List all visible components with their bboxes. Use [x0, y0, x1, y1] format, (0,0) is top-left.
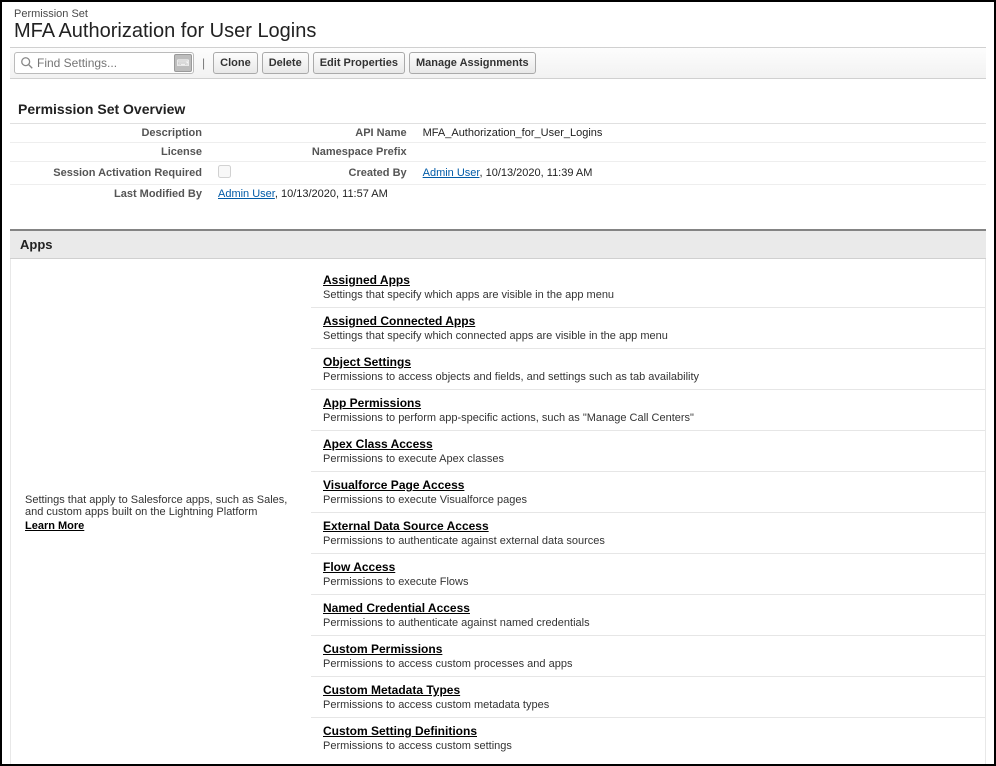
- overview-table: Description API Name MFA_Authorization_f…: [10, 123, 986, 203]
- value-license: [210, 143, 295, 162]
- app-item-link[interactable]: Named Credential Access: [323, 601, 470, 615]
- search-wrap: ⌨: [14, 52, 194, 74]
- app-item: Assigned Connected Apps Settings that spe…: [311, 308, 985, 349]
- app-item-desc: Permissions to access custom metadata ty…: [323, 699, 973, 711]
- app-item-link[interactable]: Visualforce Page Access: [323, 478, 464, 492]
- app-item: External Data Source Access Permissions t…: [311, 513, 985, 554]
- label-api-name: API Name: [295, 124, 415, 143]
- app-item-link[interactable]: Apex Class Access: [323, 437, 433, 451]
- app-item-desc: Settings that specify which connected ap…: [323, 330, 973, 342]
- app-item-desc: Permissions to perform app-specific acti…: [323, 412, 973, 424]
- value-session-activation: [210, 162, 295, 185]
- app-item-desc: Permissions to access custom processes a…: [323, 658, 973, 670]
- app-item-desc: Permissions to authenticate against name…: [323, 617, 973, 629]
- edit-properties-button[interactable]: Edit Properties: [313, 52, 405, 74]
- app-item: App Permissions Permissions to perform ap…: [311, 390, 985, 431]
- app-item-link[interactable]: Custom Permissions: [323, 642, 442, 656]
- app-item-desc: Permissions to execute Visualforce pages: [323, 494, 973, 506]
- apps-intro-text: Settings that apply to Salesforce apps, …: [25, 494, 287, 518]
- apps-body: Settings that apply to Salesforce apps, …: [10, 259, 986, 766]
- label-license: License: [10, 143, 210, 162]
- toolbar-divider: |: [202, 56, 205, 70]
- app-item-link[interactable]: Custom Setting Definitions: [323, 724, 477, 738]
- keyboard-icon[interactable]: ⌨: [174, 54, 192, 72]
- label-last-modified-by: Last Modified By: [10, 185, 210, 204]
- value-api-name: MFA_Authorization_for_User_Logins: [415, 124, 986, 143]
- app-item: Flow Access Permissions to execute Flows: [311, 554, 985, 595]
- value-namespace-prefix: [415, 143, 986, 162]
- search-input[interactable]: [14, 52, 194, 74]
- apps-heading: Apps: [10, 229, 986, 259]
- apps-learn-more-link[interactable]: Learn More: [25, 520, 84, 532]
- app-item-desc: Permissions to execute Flows: [323, 576, 973, 588]
- app-item: Assigned Apps Settings that specify which…: [311, 267, 985, 308]
- apps-intro: Settings that apply to Salesforce apps, …: [11, 259, 311, 766]
- record-type-label: Permission Set: [10, 8, 986, 20]
- app-item: Apex Class Access Permissions to execute …: [311, 431, 985, 472]
- toolbar: ⌨ | Clone Delete Edit Properties Manage …: [10, 47, 986, 79]
- app-item-link[interactable]: Assigned Apps: [323, 273, 410, 287]
- app-item-link[interactable]: Object Settings: [323, 355, 411, 369]
- app-item: Named Credential Access Permissions to au…: [311, 595, 985, 636]
- value-description: [210, 124, 295, 143]
- app-item: Visualforce Page Access Permissions to ex…: [311, 472, 985, 513]
- app-item-link[interactable]: App Permissions: [323, 396, 421, 410]
- session-activation-checkbox[interactable]: [218, 165, 231, 178]
- label-created-by: Created By: [295, 162, 415, 185]
- app-item-link[interactable]: Assigned Connected Apps: [323, 314, 475, 328]
- app-item: Custom Setting Definitions Permissions to…: [311, 718, 985, 758]
- last-modified-user-link[interactable]: Admin User: [218, 188, 275, 200]
- search-icon: [20, 56, 34, 70]
- last-modified-date: , 10/13/2020, 11:57 AM: [275, 188, 388, 200]
- app-item-link[interactable]: External Data Source Access: [323, 519, 489, 533]
- app-item-link[interactable]: Flow Access: [323, 560, 395, 574]
- label-namespace-prefix: Namespace Prefix: [295, 143, 415, 162]
- manage-assignments-button[interactable]: Manage Assignments: [409, 52, 536, 74]
- app-item-desc: Permissions to access objects and fields…: [323, 371, 973, 383]
- created-by-user-link[interactable]: Admin User: [423, 167, 480, 179]
- app-item: Object Settings Permissions to access obj…: [311, 349, 985, 390]
- app-item-desc: Settings that specify which apps are vis…: [323, 289, 973, 301]
- app-item-desc: Permissions to access custom settings: [323, 740, 973, 752]
- value-last-modified-by: Admin User, 10/13/2020, 11:57 AM: [210, 185, 986, 204]
- clone-button[interactable]: Clone: [213, 52, 258, 74]
- label-description: Description: [10, 124, 210, 143]
- app-item: Custom Metadata Types Permissions to acce…: [311, 677, 985, 718]
- value-created-by: Admin User, 10/13/2020, 11:39 AM: [415, 162, 986, 185]
- app-item-link[interactable]: Custom Metadata Types: [323, 683, 460, 697]
- page-root: Permission Set MFA Authorization for Use…: [0, 0, 996, 766]
- created-by-date: , 10/13/2020, 11:39 AM: [479, 167, 592, 179]
- overview-heading: Permission Set Overview: [10, 79, 986, 123]
- app-item-desc: Permissions to authenticate against exte…: [323, 535, 973, 547]
- app-item: Custom Permissions Permissions to access …: [311, 636, 985, 677]
- apps-list: Assigned Apps Settings that specify which…: [311, 259, 985, 766]
- delete-button[interactable]: Delete: [262, 52, 309, 74]
- page-title: MFA Authorization for User Logins: [10, 20, 986, 43]
- label-session-activation: Session Activation Required: [10, 162, 210, 185]
- app-item-desc: Permissions to execute Apex classes: [323, 453, 973, 465]
